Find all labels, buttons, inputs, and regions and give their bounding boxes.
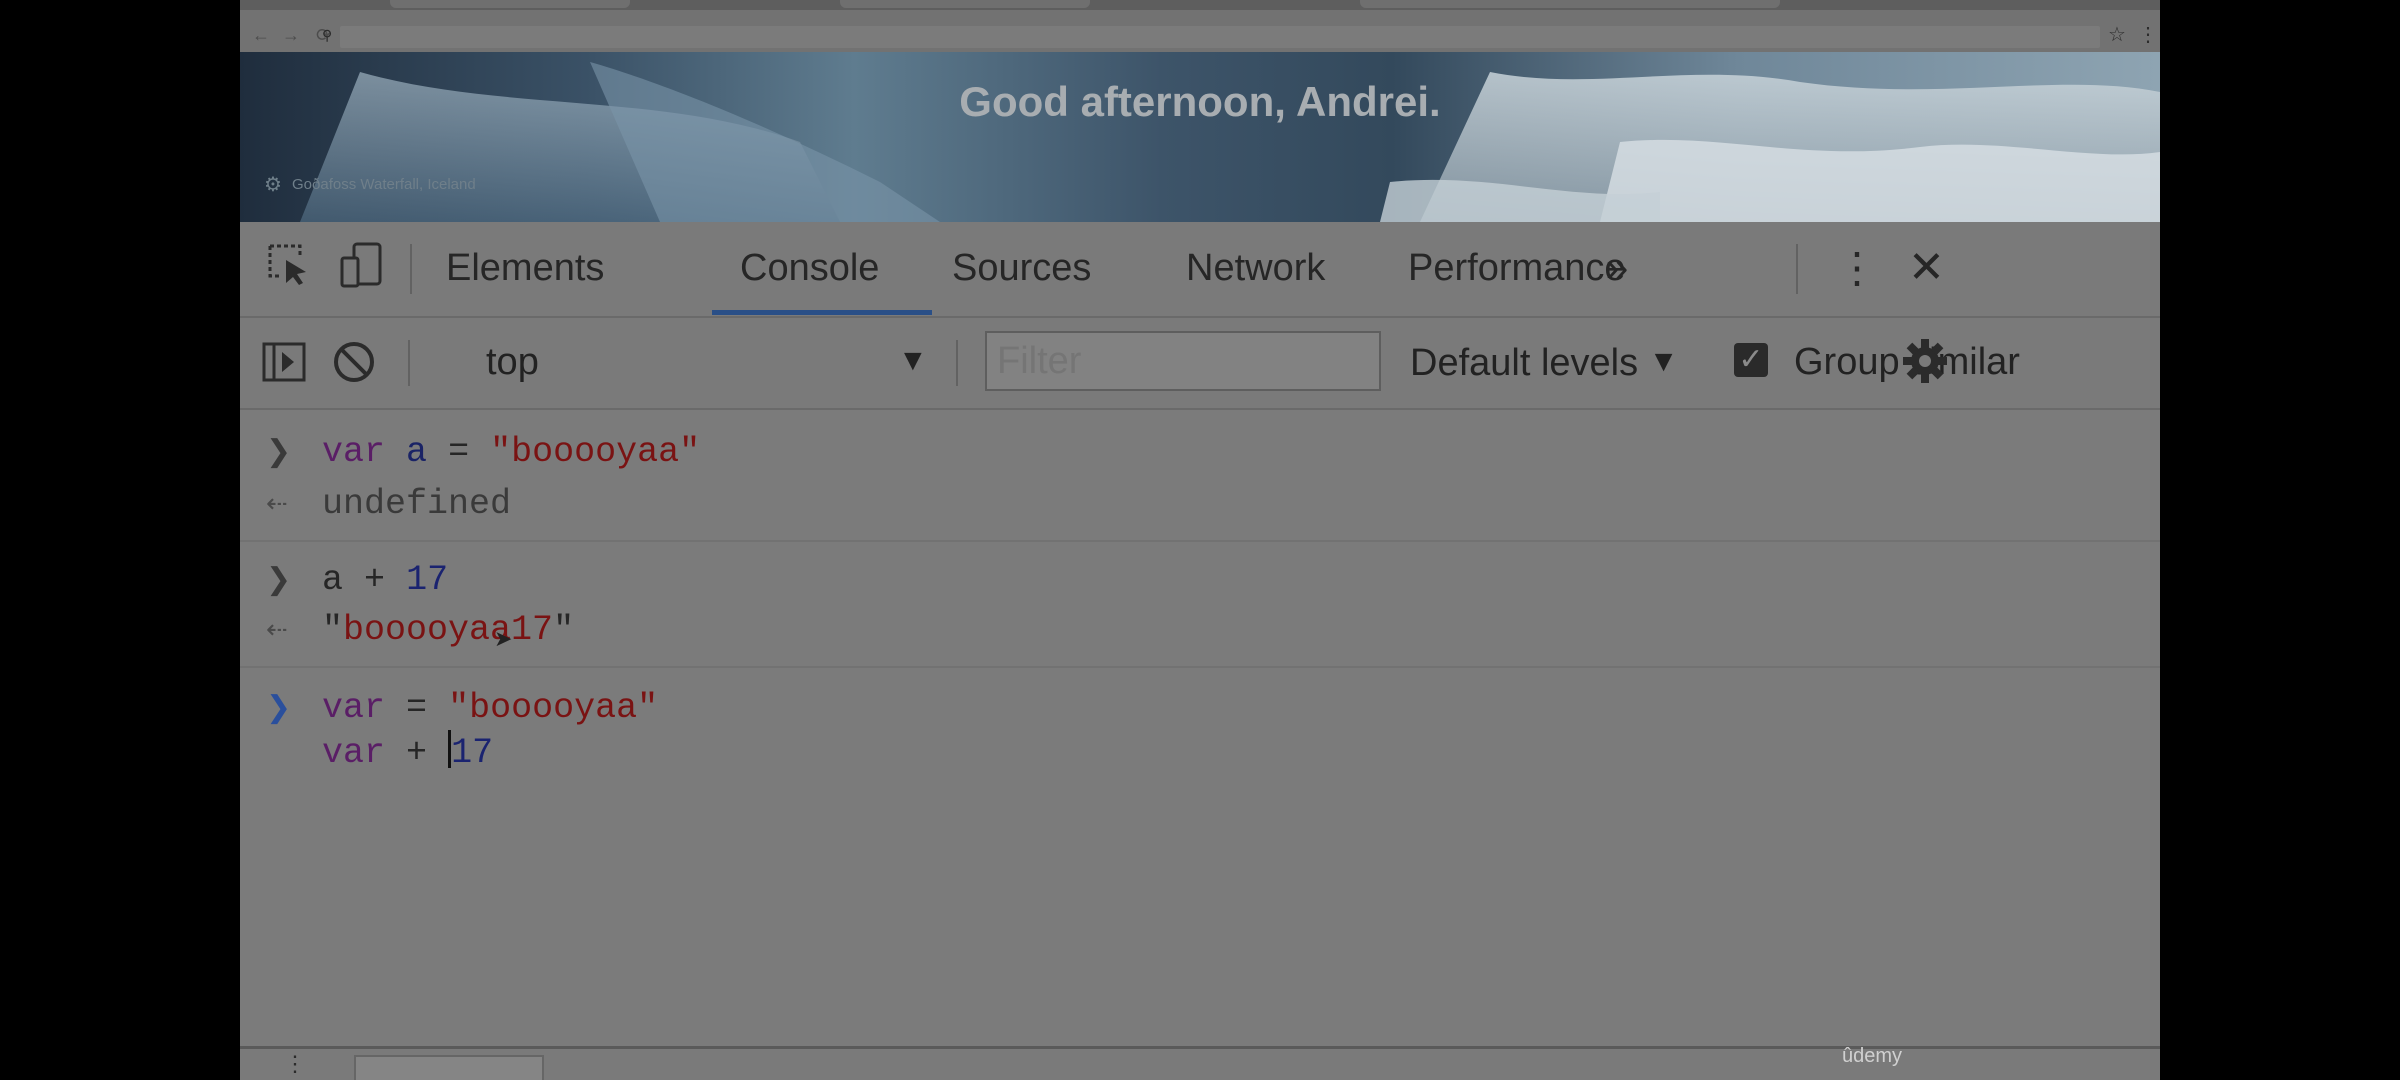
- context-value: top: [486, 341, 539, 383]
- separator: [408, 340, 410, 386]
- console-result-text: undefined: [322, 484, 512, 524]
- console-input-row: ❯ a + 17: [240, 558, 2160, 602]
- devtools-tab-bar: Elements Console Sources Network Perform…: [240, 222, 2160, 318]
- console-prompt-row[interactable]: var + 17: [240, 730, 2160, 774]
- console-result-row: ⇠ "booooyaa17" ➤: [240, 608, 2160, 652]
- console-editor-line-1[interactable]: var = "booooyaa": [322, 686, 658, 730]
- separator: [1796, 244, 1798, 294]
- udemy-watermark: ûdemy: [1842, 1045, 1903, 1067]
- forward-icon[interactable]: →: [282, 26, 300, 44]
- photo-credit[interactable]: Goðafoss Waterfall, Iceland: [292, 176, 476, 193]
- separator: [410, 244, 412, 294]
- sidebar-toggle-icon[interactable]: [262, 340, 306, 389]
- tab-strip: [240, 0, 2160, 10]
- inspect-element-icon[interactable]: [266, 242, 310, 291]
- browser-window: ← → ⟳ ⚲ ☆ ⋮ Good afternoon, Andrei. ⚙ Go…: [240, 0, 2160, 1080]
- prompt-chevron-icon: ❯: [266, 434, 292, 469]
- mouse-cursor-icon: ➤: [494, 627, 513, 652]
- browser-tab[interactable]: [390, 0, 630, 8]
- divider: [240, 540, 2160, 542]
- tab-elements[interactable]: Elements: [446, 246, 604, 290]
- bookmark-star-icon[interactable]: ☆: [2108, 25, 2126, 45]
- log-levels-dropdown[interactable]: Default levels ▼: [1410, 334, 1678, 391]
- settings-gear-icon[interactable]: [1902, 338, 1948, 389]
- log-levels-label: Default levels: [1410, 342, 1639, 384]
- toolbar: ← → ⟳ ⚲ ☆ ⋮: [240, 10, 2160, 52]
- dropdown-arrow-icon[interactable]: ▼: [898, 344, 928, 378]
- tab-sources[interactable]: Sources: [952, 246, 1091, 290]
- tab-console[interactable]: Console: [740, 246, 879, 290]
- console-input-text: var a = "booooyaa": [322, 432, 701, 472]
- context-selector[interactable]: top: [486, 334, 946, 390]
- result-arrow-icon: ⇠: [266, 615, 288, 645]
- back-icon[interactable]: ←: [252, 26, 270, 44]
- double-chevron-right-icon[interactable]: »: [1606, 246, 1628, 290]
- group-similar-checkbox[interactable]: ✓: [1734, 343, 1768, 377]
- kebab-menu-icon[interactable]: ⋮: [1836, 246, 1878, 290]
- close-icon[interactable]: ✕: [1908, 246, 1945, 290]
- active-tab-indicator: [712, 310, 932, 315]
- clear-console-icon[interactable]: [332, 340, 376, 389]
- console-input-text: a + 17: [322, 560, 449, 600]
- separator: [956, 340, 958, 386]
- console-output[interactable]: ❯ var a = "booooyaa" ⇠ undefined ❯ a + 1…: [240, 410, 2160, 1042]
- divider: [240, 666, 2160, 668]
- prompt-chevron-icon: ❯: [266, 562, 292, 597]
- search-icon: ⚲: [322, 27, 333, 43]
- greeting-text: Good afternoon, Andrei.: [959, 78, 1441, 125]
- console-result-row: ⇠ undefined: [240, 482, 2160, 526]
- new-tab-banner: Good afternoon, Andrei. ⚙ Goðafoss Water…: [240, 52, 2160, 222]
- drawer-menu-icon[interactable]: ⋮: [284, 1051, 306, 1077]
- drawer-tab[interactable]: [354, 1055, 544, 1080]
- tab-network[interactable]: Network: [1186, 246, 1325, 290]
- active-prompt-chevron-icon: ❯: [266, 690, 292, 725]
- browser-tab[interactable]: [1360, 0, 1780, 8]
- browser-tab[interactable]: [840, 0, 1090, 8]
- tab-performance[interactable]: Performance: [1408, 246, 1626, 290]
- console-result-text: "booooyaa17": [322, 610, 575, 650]
- filter-input[interactable]: [985, 331, 1381, 391]
- result-arrow-icon: ⇠: [266, 489, 288, 519]
- address-bar[interactable]: ⚲: [322, 26, 2100, 48]
- console-toolbar: top ▼ Default levels ▼ ✓ Group similar: [240, 318, 2160, 410]
- console-editor-line-2[interactable]: var + 17: [322, 730, 493, 775]
- console-input-row: ❯ var a = "booooyaa": [240, 430, 2160, 474]
- dropdown-arrow-icon: ▼: [1648, 345, 1679, 378]
- devtools-panel: Elements Console Sources Network Perform…: [240, 222, 2160, 1080]
- console-prompt-row[interactable]: ❯ var = "booooyaa": [240, 686, 2160, 730]
- menu-kebab-icon[interactable]: ⋮: [2138, 25, 2158, 45]
- device-toolbar-icon[interactable]: [340, 242, 384, 293]
- gear-icon[interactable]: ⚙: [264, 172, 282, 197]
